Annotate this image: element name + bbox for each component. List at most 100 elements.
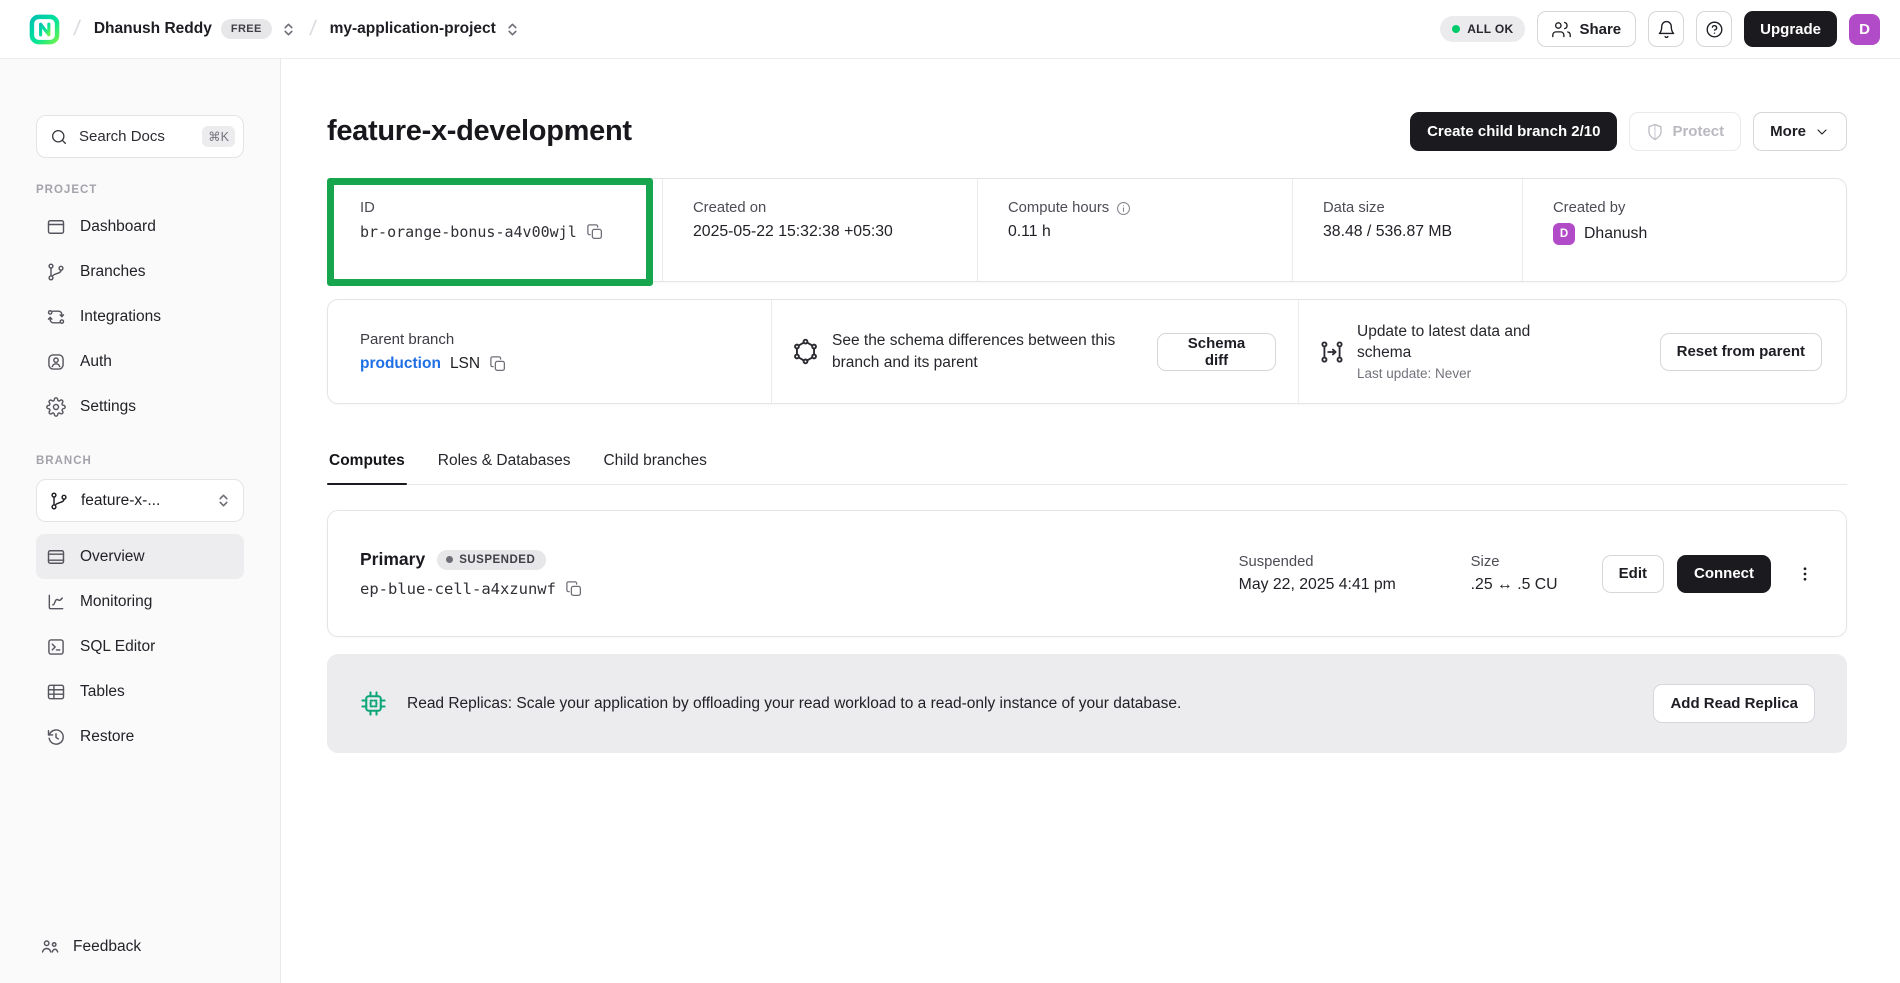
project-name: my-application-project — [330, 20, 496, 38]
branch-details-card: ID br-orange-bonus-a4v00wjl Created on 2… — [327, 178, 1847, 282]
info-icon[interactable] — [1116, 201, 1131, 216]
parent-branch-section: Parent branch production LSN — [328, 300, 771, 403]
sidebar-item-branches[interactable]: Branches — [36, 249, 244, 294]
chevron-up-down-icon — [216, 493, 231, 508]
system-status-badge[interactable]: ALL OK — [1440, 16, 1525, 42]
sidebar-item-settings[interactable]: Settings — [36, 384, 244, 429]
sidebar-item-label: Overview — [80, 548, 145, 566]
bell-icon — [1657, 20, 1676, 39]
git-branch-icon — [46, 262, 66, 282]
project-switcher[interactable]: my-application-project — [330, 20, 520, 38]
size-value: .25 ↔ .5 CU — [1471, 576, 1602, 594]
connect-button[interactable]: Connect — [1677, 555, 1771, 593]
detail-created-on: Created on 2025-05-22 15:32:38 +05:30 — [662, 179, 977, 281]
feedback-label: Feedback — [73, 938, 141, 956]
breadcrumb-divider: / — [308, 17, 317, 41]
add-read-replica-button[interactable]: Add Read Replica — [1653, 684, 1815, 723]
sidebar-item-label: Dashboard — [80, 218, 156, 236]
parent-branch-link[interactable]: production — [360, 355, 441, 373]
sidebar-item-auth[interactable]: Auth — [36, 339, 244, 384]
compute-hours-label: Compute hours — [1008, 200, 1109, 216]
read-replica-banner: Read Replicas: Scale your application by… — [327, 654, 1847, 753]
detail-compute-hours: Compute hours 0.11 h — [977, 179, 1292, 281]
branch-selector[interactable]: feature-x-... — [36, 479, 244, 522]
terminal-icon — [46, 637, 66, 657]
feedback-people-icon — [40, 937, 60, 957]
status-dot-icon — [446, 556, 453, 563]
user-avatar[interactable]: D — [1849, 14, 1880, 45]
compute-hours-value: 0.11 h — [1008, 223, 1272, 241]
sidebar-item-feedback[interactable]: Feedback — [36, 937, 244, 957]
status-label: ALL OK — [1467, 22, 1513, 36]
chevron-up-down-icon — [505, 22, 520, 37]
detail-id: ID br-orange-bonus-a4v00wjl — [328, 179, 662, 281]
upgrade-button[interactable]: Upgrade — [1744, 11, 1837, 47]
more-label: More — [1770, 123, 1806, 140]
main-content: feature-x-development Create child branc… — [281, 59, 1900, 983]
gear-icon — [46, 397, 66, 417]
sidebar-item-label: Monitoring — [80, 593, 152, 611]
create-child-branch-button[interactable]: Create child branch 2/10 — [1410, 112, 1617, 151]
compute-status-badge: SUSPENDED — [437, 550, 546, 570]
detail-data-size: Data size 38.48 / 536.87 MB — [1292, 179, 1522, 281]
tab-roles-databases[interactable]: Roles & Databases — [436, 452, 573, 484]
help-button[interactable] — [1696, 11, 1732, 47]
breadcrumb-divider: / — [72, 17, 81, 41]
auth-user-icon — [46, 352, 66, 372]
share-button[interactable]: Share — [1537, 11, 1636, 47]
reset-title: Update to latest data and schema — [1357, 322, 1571, 364]
help-icon — [1705, 20, 1724, 39]
neon-logo-icon[interactable] — [29, 14, 60, 45]
reset-branch-icon — [1319, 339, 1345, 365]
branch-section-label: BRANCH — [36, 455, 244, 467]
table-icon — [46, 682, 66, 702]
search-docs-input[interactable]: Search Docs ⌘K — [36, 115, 244, 158]
search-placeholder: Search Docs — [79, 128, 191, 145]
compute-menu-button[interactable] — [1788, 559, 1822, 589]
creator-avatar: D — [1553, 223, 1575, 245]
more-button[interactable]: More — [1753, 112, 1847, 151]
compute-status-label: SUSPENDED — [459, 554, 535, 566]
sidebar-item-label: Settings — [80, 398, 136, 416]
size-label: Size — [1471, 554, 1602, 570]
protect-label: Protect — [1672, 123, 1724, 140]
edit-compute-button[interactable]: Edit — [1602, 555, 1664, 593]
tab-child-branches[interactable]: Child branches — [601, 452, 708, 484]
endpoint-id-value: ep-blue-cell-a4xzunwf — [360, 580, 556, 598]
data-size-value: 38.48 / 536.87 MB — [1323, 223, 1502, 241]
schema-diff-section: See the schema differences between this … — [771, 300, 1298, 403]
project-nav: Dashboard Branches Integrations — [36, 204, 244, 429]
sidebar-item-dashboard[interactable]: Dashboard — [36, 204, 244, 249]
top-header: / Dhanush Reddy FREE / my-application-pr… — [0, 0, 1900, 59]
copy-lsn-button[interactable] — [489, 355, 507, 373]
sidebar-item-label: SQL Editor — [80, 638, 155, 656]
overview-icon — [46, 547, 66, 567]
page-title: feature-x-development — [327, 115, 632, 148]
created-on-label: Created on — [693, 200, 957, 216]
selected-branch: feature-x-... — [81, 492, 204, 510]
reset-section: Update to latest data and schema Last up… — [1298, 300, 1846, 403]
schema-diff-button[interactable]: Schema diff — [1157, 333, 1276, 371]
chevron-up-down-icon — [281, 22, 296, 37]
sidebar-item-restore[interactable]: Restore — [36, 714, 244, 759]
neon-console: / Dhanush Reddy FREE / my-application-pr… — [0, 0, 1900, 983]
breadcrumb: / Dhanush Reddy FREE / my-application-pr… — [29, 14, 520, 45]
sidebar-item-overview[interactable]: Overview — [36, 534, 244, 579]
notifications-button[interactable] — [1648, 11, 1684, 47]
sidebar-item-label: Restore — [80, 728, 134, 746]
copy-endpoint-button[interactable] — [565, 580, 583, 598]
copy-branch-id-button[interactable] — [586, 223, 604, 241]
tab-computes[interactable]: Computes — [327, 452, 407, 484]
header-actions: ALL OK Share Upgrade D — [1440, 11, 1880, 47]
shield-icon — [1646, 123, 1664, 141]
sidebar-item-integrations[interactable]: Integrations — [36, 294, 244, 339]
sidebar-item-monitoring[interactable]: Monitoring — [36, 579, 244, 624]
compute-name: Primary — [360, 549, 425, 570]
sidebar-item-sql-editor[interactable]: SQL Editor — [36, 624, 244, 669]
share-label: Share — [1579, 21, 1621, 38]
sidebar-item-tables[interactable]: Tables — [36, 669, 244, 714]
reset-from-parent-button[interactable]: Reset from parent — [1660, 333, 1822, 371]
sidebar-item-label: Tables — [80, 683, 125, 701]
org-switcher[interactable]: Dhanush Reddy FREE — [94, 19, 296, 39]
protect-button[interactable]: Protect — [1629, 112, 1741, 151]
